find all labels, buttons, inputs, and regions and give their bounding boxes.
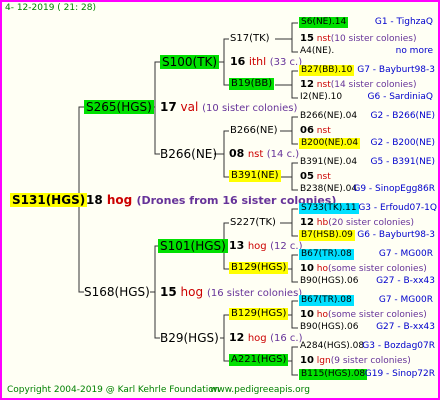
gen2-mating-3: 13 hog (12 c.) xyxy=(229,239,303,252)
gen3-mating-3: 06 nst xyxy=(300,125,331,136)
gen3-mating-6: 10 ho(some sister colonies) xyxy=(300,263,427,274)
gen4-info-5: G2 - B266(NE) xyxy=(370,111,435,121)
gen4-id-7[interactable]: B391(NE).04 xyxy=(300,158,357,167)
gen4-info-16: G19 - Sinop72R xyxy=(364,369,435,379)
gen1-queen-1[interactable]: S265(HGS) xyxy=(84,100,154,114)
header-date: 4- 12-2019 ( 21: 28) xyxy=(5,3,96,13)
gen3-queen-7[interactable]: B129(HGS) xyxy=(229,308,289,320)
gen4-id-10[interactable]: B7(HSB).09 xyxy=(299,230,355,241)
gen3-queen-3[interactable]: B266(NE) xyxy=(230,126,278,136)
gen4-info-11: G7 - MG00R xyxy=(378,249,433,259)
gen4-info-8: G9 - SinopEgg86R xyxy=(353,184,435,194)
gen2-queen-2[interactable]: B266(NE) xyxy=(160,148,217,160)
gen4-info-12: G27 - B-xx43 xyxy=(376,276,435,286)
gen3-mating-5: 12 hb(20 sister colonies) xyxy=(300,217,414,228)
footer-site[interactable]: www.pedigreeapis.org xyxy=(210,386,310,395)
gen2-mating-1: 16 ithl (33 c.) xyxy=(230,55,303,68)
gen4-id-1[interactable]: S6(NE).14 xyxy=(299,17,349,28)
gen1-mating-2: 15 hog (16 sister colonies) xyxy=(160,285,303,299)
gen3-queen-6[interactable]: B129(HGS) xyxy=(229,262,289,274)
gen4-id-11[interactable]: B67(TR).08 xyxy=(299,249,354,260)
gen2-queen-4[interactable]: B29(HGS) xyxy=(160,332,219,344)
gen4-info-3: G7 - Bayburt98-3 xyxy=(357,65,435,75)
root-num: 18 xyxy=(86,193,103,207)
gen4-id-4[interactable]: I2(NE).10 xyxy=(300,93,342,102)
gen3-queen-4[interactable]: B391(NE) xyxy=(229,170,281,182)
gen4-id-12[interactable]: B90(HGS).06 xyxy=(300,277,358,286)
gen4-info-4: G6 - SardiniaQ xyxy=(367,92,433,102)
root-word: hog xyxy=(106,193,133,207)
gen4-info-2: no more xyxy=(395,46,433,56)
gen4-id-15[interactable]: A284(HGS).08 xyxy=(300,342,364,351)
gen1-queen-2[interactable]: S168(HGS) xyxy=(84,286,150,298)
gen4-id-3[interactable]: B27(BB).10 xyxy=(299,65,355,76)
gen3-mating-2: 12 nst(14 sister colonies) xyxy=(300,79,417,90)
gen4-info-9: G3 - Erfoud07-1Q xyxy=(358,203,437,213)
gen4-info-7: G5 - B391(NE) xyxy=(370,157,435,167)
gen3-queen-8[interactable]: A221(HGS) xyxy=(229,354,289,366)
gen3-mating-1: 15 nst(10 sister colonies) xyxy=(300,33,417,44)
gen3-queen-1[interactable]: S17(TK) xyxy=(230,34,270,44)
gen1-mating-1: 17 val (10 sister colonies) xyxy=(160,100,298,114)
gen4-info-10: G6 - Bayburt98-3 xyxy=(357,230,435,240)
gen2-queen-1[interactable]: S100(TK) xyxy=(160,55,220,69)
gen4-id-8[interactable]: B238(NE).04 xyxy=(300,185,357,194)
gen4-info-15: G3 - Bozdag07R xyxy=(362,341,435,351)
gen4-id-2[interactable]: A4(NE). xyxy=(300,47,334,56)
root-queen-id[interactable]: S131(HGS) xyxy=(10,193,88,207)
gen4-id-14[interactable]: B90(HGS).06 xyxy=(300,323,358,332)
gen4-id-5[interactable]: B266(NE).04 xyxy=(300,112,357,121)
gen4-info-13: G7 - MG00R xyxy=(378,295,433,305)
gen3-queen-2[interactable]: B19(BB) xyxy=(229,78,275,90)
gen2-queen-3[interactable]: S101(HGS) xyxy=(158,239,228,253)
gen3-mating-8: 10 lgn(9 sister colonies) xyxy=(300,355,411,366)
gen3-queen-5[interactable]: S227(TK) xyxy=(230,218,276,228)
gen3-mating-4: 05 nst xyxy=(300,171,331,182)
footer-copyright: Copyright 2004-2019 @ Karl Kehrle Founda… xyxy=(7,385,220,395)
gen4-id-13[interactable]: B67(TR).08 xyxy=(299,295,354,306)
gen4-id-9[interactable]: S733(TK).11 xyxy=(299,203,359,214)
gen4-id-6[interactable]: B200(NE).04 xyxy=(299,138,361,149)
gen4-info-6: G2 - B200(NE) xyxy=(370,138,435,148)
gen3-mating-7: 10 ho(some sister colonies) xyxy=(300,309,427,320)
gen2-mating-4: 12 hog (16 c.) xyxy=(229,331,303,344)
gen4-id-16[interactable]: B115(HGS).08 xyxy=(299,369,368,380)
gen4-info-1: G1 - TighzaQ xyxy=(374,17,433,27)
gen2-mating-2: 08 nst (14 c.) xyxy=(229,147,300,160)
gen4-info-14: G27 - B-xx43 xyxy=(376,322,435,332)
